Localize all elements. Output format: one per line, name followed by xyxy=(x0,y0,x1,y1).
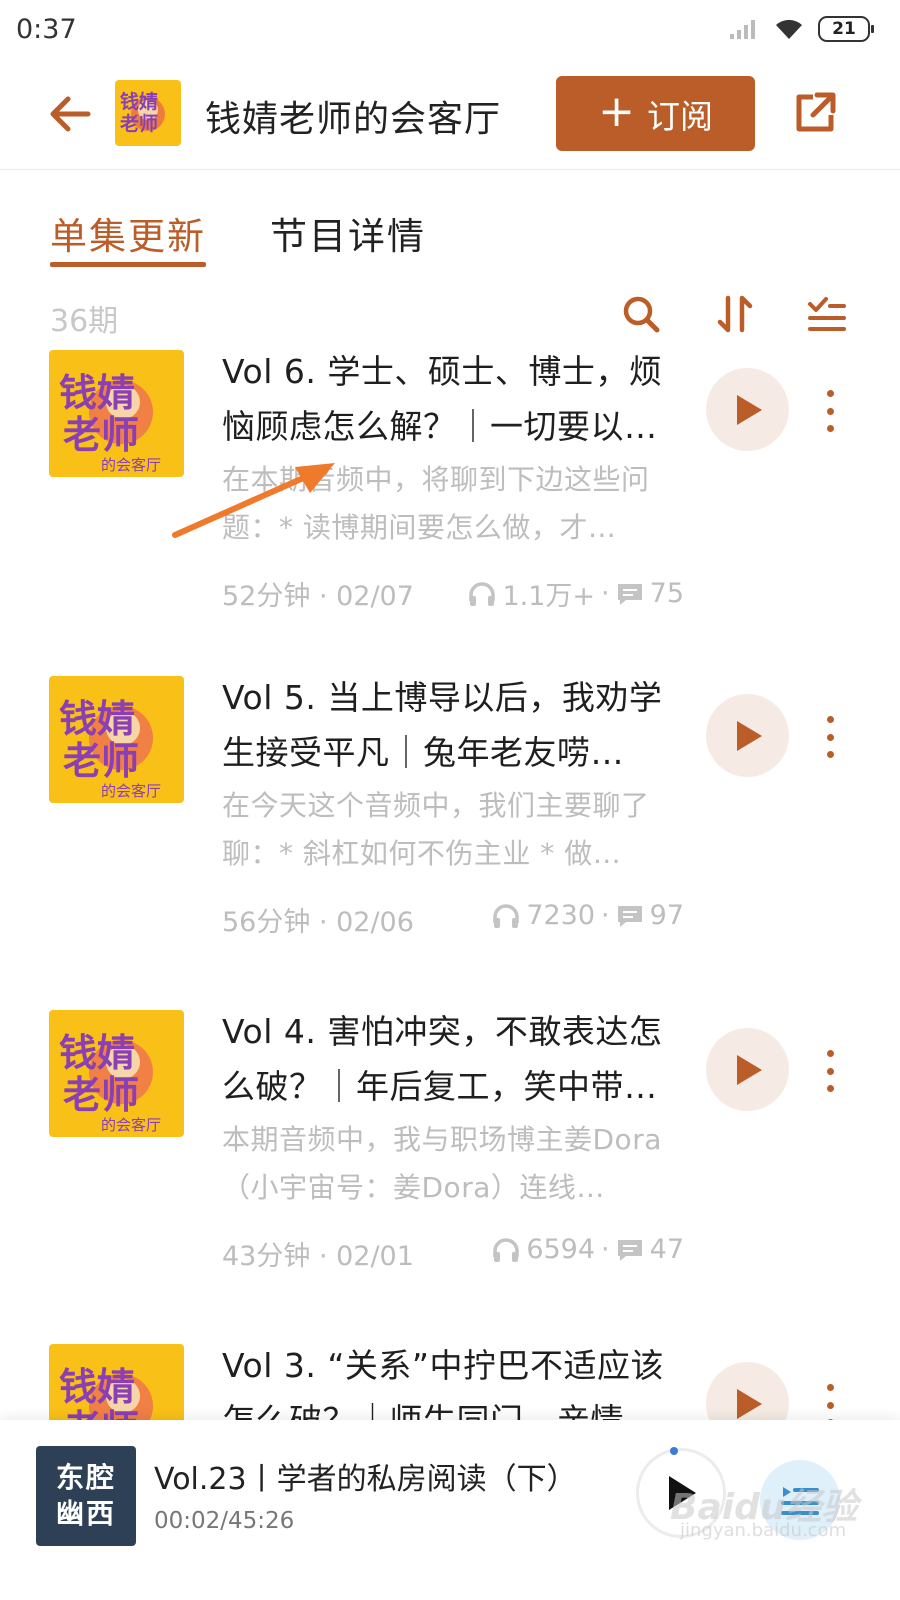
comment-count: 97 xyxy=(649,900,684,931)
episode-cover-art: 钱婧 老师 的会客厅 xyxy=(59,371,161,474)
episode-duration-date: 52分钟 · 02/07 xyxy=(222,581,414,612)
play-button[interactable] xyxy=(706,368,789,451)
checklist-icon xyxy=(808,297,846,331)
sort-icon xyxy=(717,295,753,333)
search-button[interactable] xyxy=(619,292,663,336)
episode-cover: 钱婧 老师 的会客厅 xyxy=(49,676,184,803)
player-title: Vol.23丨学者的私房阅读（下） xyxy=(154,1462,577,1497)
episode-meta: 43分钟 · 02/01 6594 · 47 xyxy=(222,1234,684,1274)
headphones-icon xyxy=(493,903,520,928)
play-count: 6594 xyxy=(526,1234,596,1265)
player-cover-line1: 东腔 xyxy=(55,1461,116,1494)
play-icon xyxy=(736,1054,762,1085)
episode-item[interactable]: 钱婧 老师 的会客厅 Vol 4. 害怕冲突，不敢表达怎么破？｜年后复工，笑中带… xyxy=(0,1010,900,1344)
meta-separator: · xyxy=(601,578,610,609)
episode-duration-date: 56分钟 · 02/06 xyxy=(222,907,414,938)
play-icon xyxy=(736,1388,762,1419)
tab-details[interactable]: 节目详情 xyxy=(270,206,426,260)
mini-player[interactable]: 东腔 幽西 Vol.23丨学者的私房阅读（下） 00:02/45:26 Baid… xyxy=(0,1420,900,1600)
tab-bar: 单集更新 节目详情 xyxy=(0,200,900,272)
svg-text:老师: 老师 xyxy=(63,739,139,783)
annotation-arrow-icon xyxy=(172,463,335,538)
episode-title: Vol 4. 害怕冲突，不敢表达怎么破？｜年后复工，笑中带… xyxy=(222,1012,663,1106)
header: 钱婧 老师 钱婧老师的会客厅 + 订阅 xyxy=(0,62,900,170)
sort-button[interactable] xyxy=(713,292,757,336)
svg-text:老师: 老师 xyxy=(120,112,158,135)
episode-description: 在今天这个音频中，我们主要聊了聊：* 斜杠如何不伤主业 * 做… xyxy=(222,789,650,870)
player-cover: 东腔 幽西 xyxy=(36,1446,136,1546)
episode-count: 36期 xyxy=(50,304,119,339)
battery-level: 21 xyxy=(832,19,856,39)
episode-description: 本期音频中，我与职场博主姜Dora（小宇宙号：姜Dora）连线… xyxy=(222,1123,662,1204)
episode-title: Vol 6. 学士、硕士、博士，烦恼顾虑怎么解？｜一切要以… xyxy=(222,352,663,446)
play-button[interactable] xyxy=(706,694,789,777)
episode-cover-art: 钱婧 老师 的会客厅 xyxy=(59,697,161,800)
episode-meta: 56分钟 · 02/06 7230 · 97 xyxy=(222,900,684,940)
arrow-left-icon xyxy=(50,96,91,132)
play-count: 1.1万+ xyxy=(502,581,596,612)
svg-text:老师: 老师 xyxy=(63,413,139,457)
subscribe-label: 订阅 xyxy=(646,96,713,136)
subscribe-button[interactable]: + 订阅 xyxy=(556,76,755,151)
comment-count: 75 xyxy=(649,578,684,609)
share-icon xyxy=(796,92,836,132)
comment-icon xyxy=(617,583,642,605)
podcast-title: 钱婧老师的会客厅 xyxy=(205,99,502,140)
podcast-logo: 钱婧 老师 xyxy=(115,80,181,146)
episode-item[interactable]: 钱婧 老师 的会客厅 Vol 5. 当上博导以后，我劝学生接受平凡｜兔年老友唠…… xyxy=(0,676,900,1010)
meta-separator: · xyxy=(601,900,610,931)
status-bar: 0:37 21 xyxy=(0,0,900,62)
watermark-url: jingyan.baidu.com xyxy=(680,1520,847,1541)
status-icons: 21 xyxy=(728,16,874,42)
episode-meta: 52分钟 · 02/07 1.1万+ · 75 xyxy=(222,574,684,614)
comment-icon xyxy=(617,905,642,927)
headphones-icon xyxy=(469,581,496,606)
signal-icon xyxy=(730,20,755,39)
episode-stats: 7230 · 97 xyxy=(492,900,684,931)
svg-text:的会客厅: 的会客厅 xyxy=(101,782,161,800)
more-options-button[interactable] xyxy=(812,384,848,438)
meta-separator: · xyxy=(601,1234,610,1265)
search-icon xyxy=(623,296,660,333)
episode-title: Vol 5. 当上博导以后，我劝学生接受平凡｜兔年老友唠… xyxy=(222,678,663,772)
episode-stats: 6594 · 47 xyxy=(492,1234,684,1265)
episode-stats: 1.1万+ · 75 xyxy=(468,574,684,613)
svg-text:钱婧: 钱婧 xyxy=(59,371,135,415)
svg-text:的会客厅: 的会客厅 xyxy=(101,1116,161,1134)
comment-icon xyxy=(617,1239,642,1261)
episode-cover: 钱婧 老师 的会客厅 xyxy=(49,1010,184,1137)
podcast-logo-art: 钱婧 老师 xyxy=(120,90,165,135)
player-time: 00:02/45:26 xyxy=(154,1508,295,1534)
more-options-button[interactable] xyxy=(812,1044,848,1098)
svg-text:钱婧: 钱婧 xyxy=(59,1031,135,1075)
list-toolbar: 36期 xyxy=(0,292,900,342)
batch-select-button[interactable] xyxy=(805,292,849,336)
svg-text:老师: 老师 xyxy=(63,1073,139,1117)
progress-dot xyxy=(670,1447,678,1455)
headphones-icon xyxy=(493,1237,520,1262)
status-time: 0:37 xyxy=(16,14,77,45)
more-options-button[interactable] xyxy=(812,710,848,764)
svg-text:钱婧: 钱婧 xyxy=(120,90,158,113)
episode-cover-art: 钱婧 老师 的会客厅 xyxy=(59,1031,161,1134)
episode-item[interactable]: 钱婧 老师 的会客厅 Vol 6. 学士、硕士、博士，烦恼顾虑怎么解？｜一切要以… xyxy=(0,350,900,684)
play-button[interactable] xyxy=(706,1028,789,1111)
svg-text:的会客厅: 的会客厅 xyxy=(101,456,161,474)
play-icon xyxy=(736,394,762,425)
play-icon xyxy=(736,720,762,751)
comment-count: 47 xyxy=(649,1234,684,1265)
play-count: 7230 xyxy=(526,900,596,931)
svg-text:钱婧: 钱婧 xyxy=(59,697,135,741)
episode-cover: 钱婧 老师 的会客厅 xyxy=(49,350,184,477)
share-button[interactable] xyxy=(786,84,844,142)
back-button[interactable] xyxy=(40,84,100,144)
battery-icon: 21 xyxy=(818,16,874,42)
wifi-icon xyxy=(776,19,802,39)
player-cover-line2: 幽西 xyxy=(55,1497,116,1530)
tab-episodes[interactable]: 单集更新 xyxy=(50,206,206,267)
svg-text:钱婧: 钱婧 xyxy=(59,1365,135,1409)
episode-duration-date: 43分钟 · 02/01 xyxy=(222,1241,414,1272)
plus-icon: + xyxy=(598,85,635,137)
